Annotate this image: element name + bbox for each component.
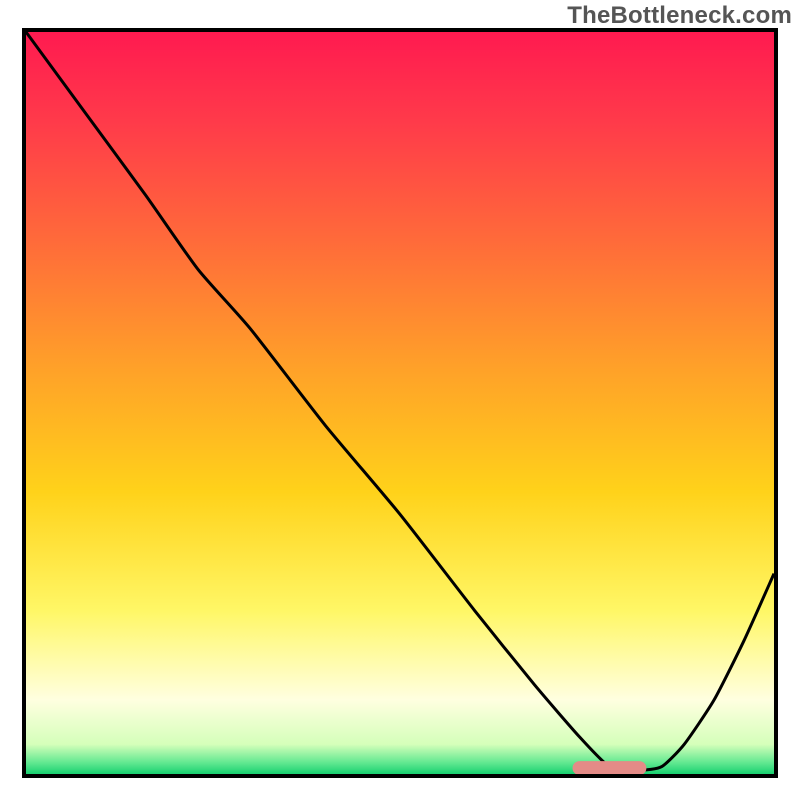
plot-area — [22, 28, 778, 778]
chart-frame: TheBottleneck.com — [0, 0, 800, 800]
watermark-text: TheBottleneck.com — [567, 2, 792, 30]
gradient-rect — [26, 32, 774, 774]
plot-svg — [26, 32, 774, 774]
plot-inner — [26, 32, 774, 774]
